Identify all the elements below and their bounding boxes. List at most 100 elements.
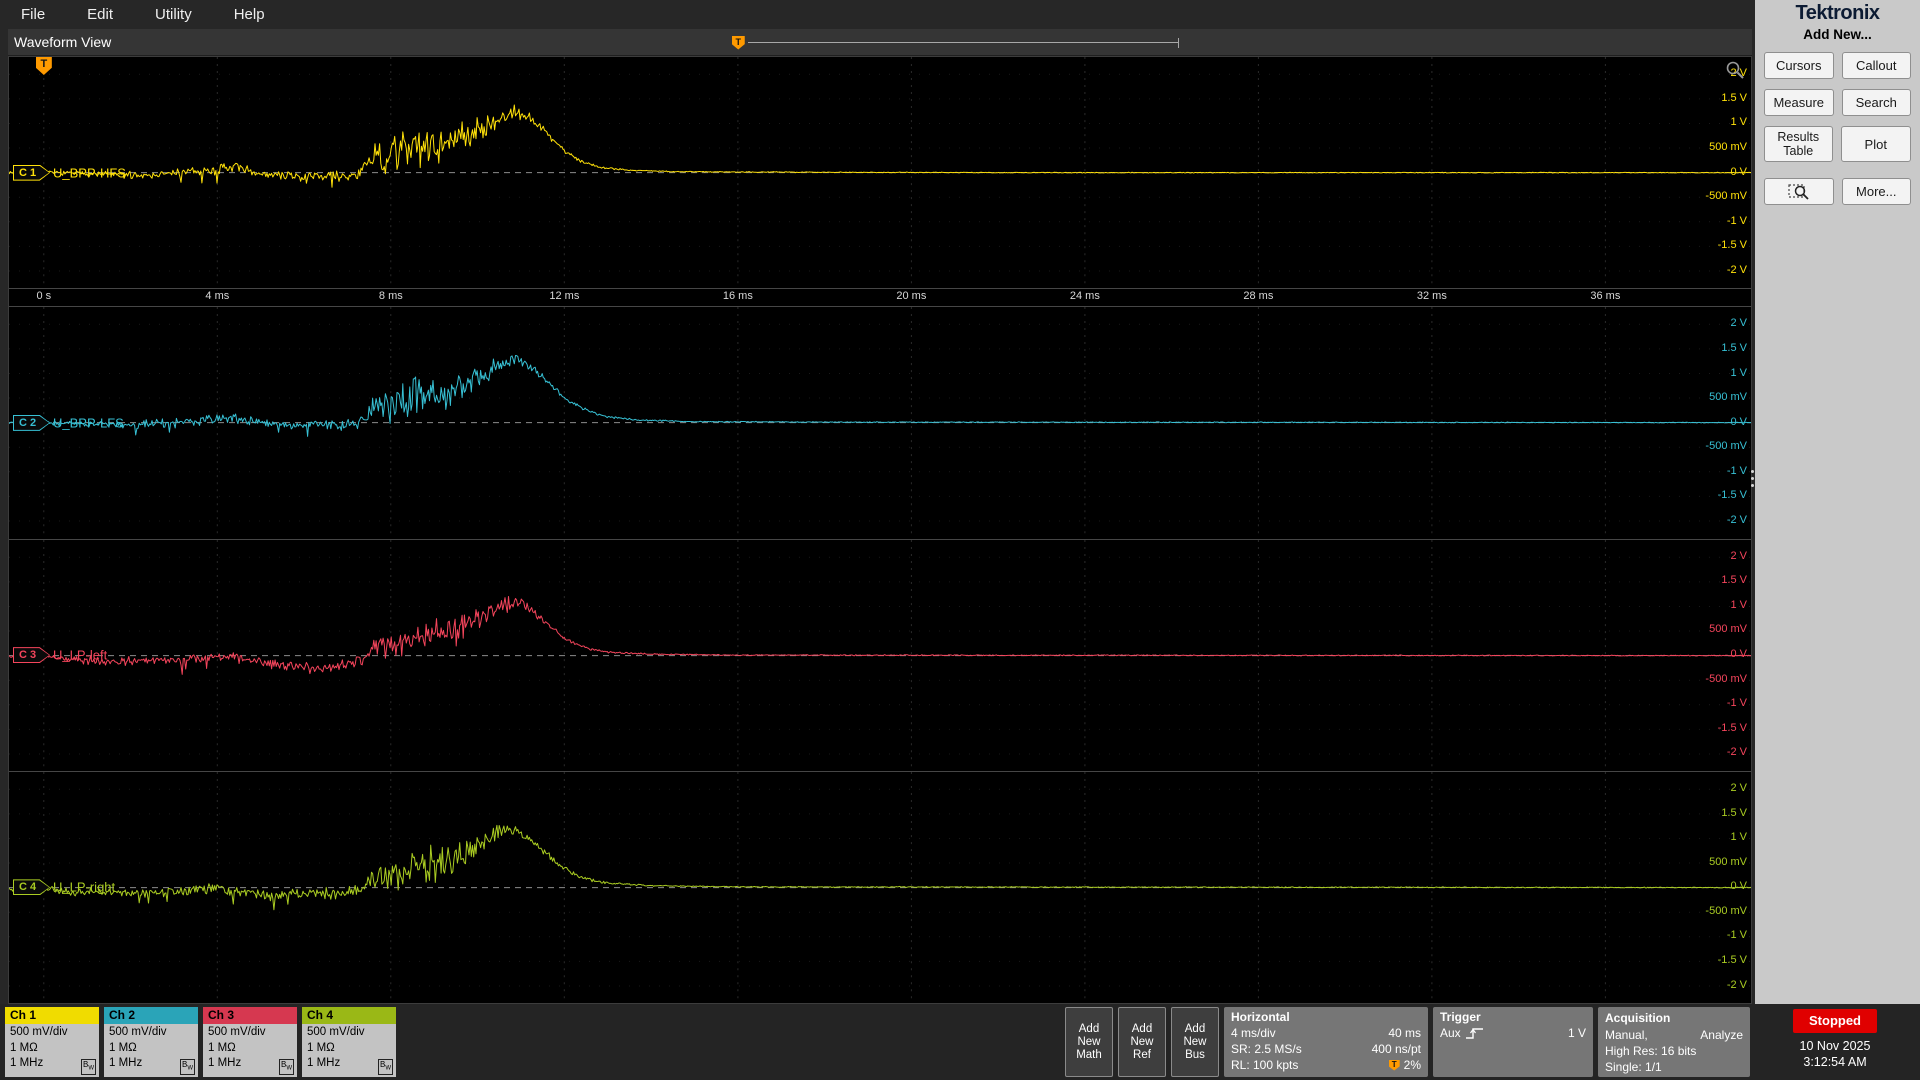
volt-scale-label: -500 mV	[1705, 904, 1747, 917]
channel-2-waveform	[9, 307, 1751, 539]
volt-scale-label: 500 mV	[1709, 623, 1747, 636]
waveform-trace-c2	[9, 355, 1751, 438]
time-axis: 0 s 4 ms 8 ms 12 ms 16 ms 20 ms 24 ms 28 ms 32 m…	[9, 289, 1751, 308]
channel-1-impedance: 1 MΩ	[10, 1041, 38, 1054]
oscilloscope-app: File Edit Utility Help Waveform View T T…	[0, 0, 1920, 1080]
channel-4-settings-badge[interactable]: Ch 4 500 mV/div 1 MΩ 1 MHz BW	[302, 1007, 396, 1077]
volt-scale-label: 1.5 V	[1721, 91, 1747, 104]
volt-scale-label: -2 V	[1726, 978, 1747, 991]
bottom-settings-bar: Ch 1 500 mV/div 1 MΩ 1 MHz BW Ch 2 500 m…	[0, 1004, 1920, 1080]
volt-scale-label: -1 V	[1726, 929, 1747, 942]
volt-scale-label: -2 V	[1726, 746, 1747, 759]
acquisition-resolution: High Res: 16 bits	[1605, 1044, 1697, 1058]
panel-splitter-handle[interactable]	[1751, 470, 1754, 487]
volt-scale-label: 1 V	[1730, 831, 1747, 844]
time-scale-label: 36 ms	[1590, 290, 1621, 303]
more-button[interactable]: More...	[1841, 178, 1911, 205]
time-scale-label: 4 ms	[205, 290, 230, 303]
volt-scale-label: -1 V	[1726, 464, 1747, 477]
main-column: File Edit Utility Help Waveform View T T…	[0, 0, 1755, 1004]
results-table-button[interactable]: Results Table	[1764, 126, 1833, 162]
acquisition-badge[interactable]: Acquisition Manual, Analyze High Res: 16…	[1598, 1007, 1750, 1077]
time-scale-label: 32 ms	[1416, 290, 1447, 303]
channel-4-waveform	[9, 771, 1751, 1003]
horizontal-resolution: 400 ns/pt	[1371, 1042, 1421, 1056]
acquisition-title: Acquisition	[1605, 1011, 1671, 1025]
cursors-button[interactable]: Cursors	[1764, 52, 1834, 79]
time-scale-label: 28 ms	[1243, 290, 1274, 303]
time-scale-label: 8 ms	[378, 290, 403, 303]
volt-scale-label: 0 V	[1730, 648, 1747, 660]
horizontal-record-length: RL: 100 kpts	[1231, 1058, 1299, 1072]
volt-scale-label: -1.5 V	[1717, 489, 1747, 502]
waveform-view-container: Waveform View T T C 1 U_BPP-HFS 2 V 1.5 …	[0, 29, 1755, 1004]
channel-4-impedance: 1 MΩ	[307, 1041, 335, 1054]
channel-2-settings-header: Ch 2	[104, 1007, 198, 1024]
horizontal-window: 40 ms	[1388, 1026, 1421, 1040]
trigger-position-flag-icon[interactable]: T	[731, 35, 745, 50]
add-new-bus-button[interactable]: Add New Bus	[1171, 1007, 1219, 1077]
channel-2-settings-badge[interactable]: Ch 2 500 mV/div 1 MΩ 1 MHz BW	[104, 1007, 198, 1077]
acquisition-window-line	[747, 42, 1178, 43]
volt-scale-label: -2 V	[1726, 514, 1747, 527]
horizontal-position: 2%	[1403, 1058, 1421, 1072]
menu-file[interactable]: File	[0, 6, 66, 23]
trigger-title: Trigger	[1440, 1010, 1481, 1024]
time-scale-label: 20 ms	[896, 290, 927, 303]
volt-scale-label: 1.5 V	[1721, 806, 1747, 819]
volt-scale-label: 500 mV	[1709, 855, 1747, 868]
channel-4-settings-header: Ch 4	[302, 1007, 396, 1024]
volt-scale-label: -500 mV	[1705, 440, 1747, 453]
volt-scale-label: 2 V	[1730, 317, 1747, 330]
horizontal-position-indicator[interactable]: T	[731, 35, 1179, 50]
volt-scale-label: 0 V	[1730, 415, 1747, 428]
menu-utility[interactable]: Utility	[134, 6, 213, 23]
channel-4-trace-label: U_LP-right	[53, 879, 116, 895]
zoom-overlay-button[interactable]	[1764, 178, 1834, 205]
volt-scale-label: 0 V	[1730, 165, 1747, 178]
zoom-icon[interactable]	[1725, 60, 1745, 85]
bandwidth-limit-icon: BW	[80, 1059, 96, 1075]
channel-1-scale: 500 mV/div	[10, 1026, 68, 1038]
channel-4-scale: 500 mV/div	[307, 1026, 365, 1038]
menu-bar: File Edit Utility Help	[0, 0, 1755, 29]
acquisition-window-end-tick	[1177, 37, 1179, 48]
channel-3-impedance: 1 MΩ	[208, 1041, 236, 1054]
search-button[interactable]: Search	[1841, 89, 1911, 116]
volt-scale-label: 1 V	[1730, 366, 1747, 379]
channel-3-settings-badge[interactable]: Ch 3 500 mV/div 1 MΩ 1 MHz BW	[203, 1007, 297, 1077]
run-stop-status-button[interactable]: Stopped	[1793, 1009, 1877, 1033]
volt-scale-label: 1.5 V	[1721, 574, 1747, 587]
trigger-level: 1 V	[1567, 1026, 1586, 1040]
volt-scale-label: 500 mV	[1709, 140, 1747, 153]
channel-3-settings-header: Ch 3	[203, 1007, 297, 1024]
add-new-ref-button[interactable]: Add New Ref	[1118, 1007, 1166, 1077]
measure-button[interactable]: Measure	[1764, 89, 1834, 116]
channel-3-waveform	[9, 539, 1751, 771]
bottom-bar-spacer	[401, 1007, 1060, 1077]
volt-scale-label: -1 V	[1726, 697, 1747, 710]
channel-1-trace-label: U_BPP-HFS	[53, 165, 126, 181]
channel-3-trace-label: U_LP-left	[53, 647, 108, 663]
waveform-stage: T C 1 U_BPP-HFS 2 V 1.5 V1 V 500 mV 0 V -500…	[8, 56, 1752, 1004]
callout-button[interactable]: Callout	[1841, 52, 1911, 79]
channel-1-waveform	[9, 57, 1751, 289]
bandwidth-limit-icon: BW	[377, 1059, 393, 1075]
upper-region: File Edit Utility Help Waveform View T T…	[0, 0, 1920, 1004]
horizontal-badge[interactable]: Horizontal 4 ms/div 40 ms SR: 2.5 MS/s 4…	[1224, 1007, 1428, 1077]
trigger-badge[interactable]: Trigger Aux 1 V	[1433, 1007, 1593, 1077]
magnifier-box-icon	[1788, 183, 1809, 200]
volt-scale-label: 1 V	[1730, 116, 1747, 129]
channel-1-settings-badge[interactable]: Ch 1 500 mV/div 1 MΩ 1 MHz BW	[5, 1007, 99, 1077]
add-new-heading: Add New...	[1803, 27, 1872, 42]
volt-scale-label: 0 V	[1730, 880, 1747, 893]
volt-scale-label: -1.5 V	[1717, 721, 1747, 734]
plot-button[interactable]: Plot	[1840, 126, 1911, 162]
add-new-math-button[interactable]: Add New Math	[1065, 1007, 1113, 1077]
menu-help[interactable]: Help	[213, 6, 286, 23]
channel-2-graticule: C 2 U_BPP-LFS 2 V 1.5 V1 V 500 mV 0 V -500 m…	[9, 307, 1751, 540]
volt-scale-label: -2 V	[1726, 263, 1747, 276]
volt-scale-label: -500 mV	[1705, 672, 1747, 685]
status-column: Stopped 10 Nov 2025 3:12:54 AM	[1755, 1007, 1915, 1077]
menu-edit[interactable]: Edit	[66, 6, 134, 23]
